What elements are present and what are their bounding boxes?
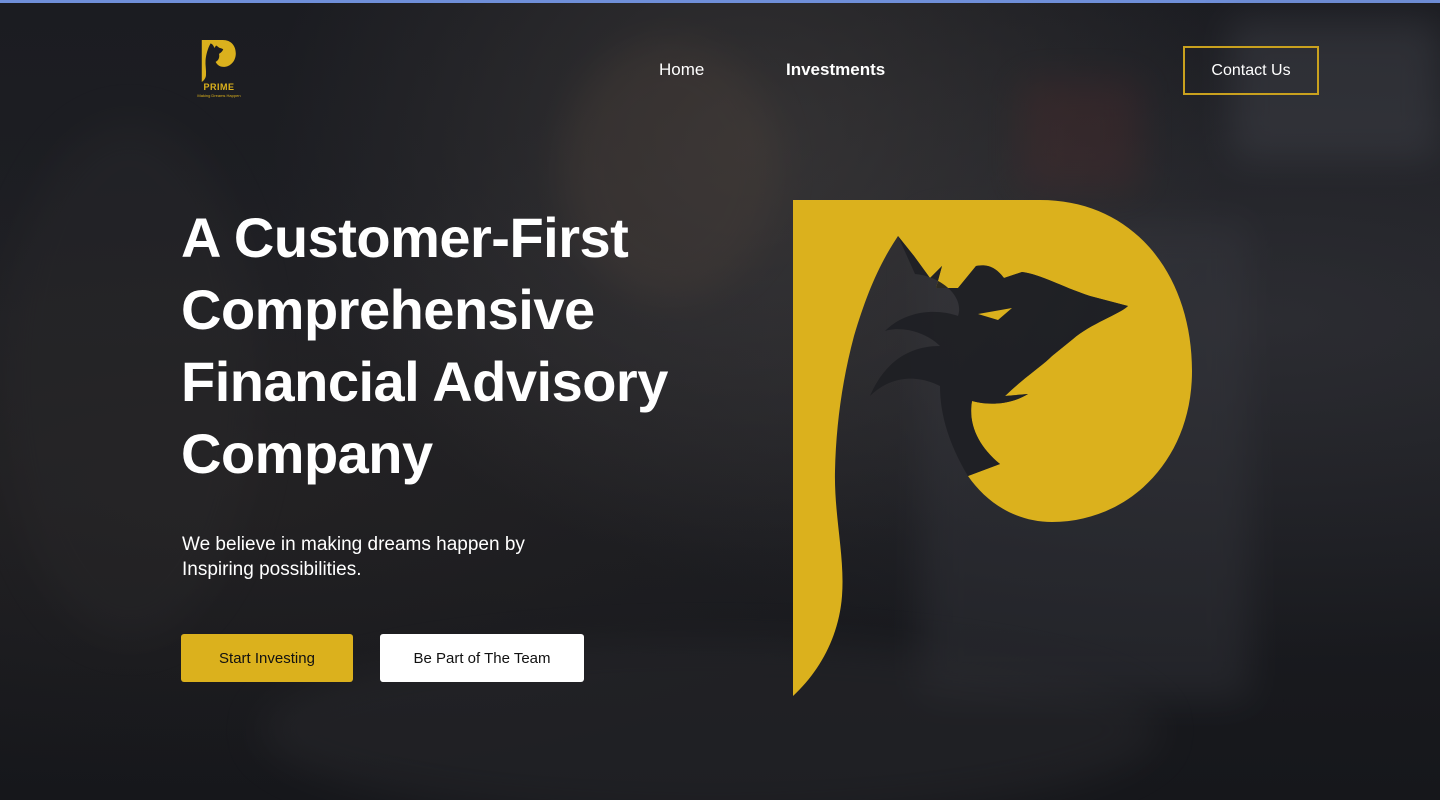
prime-logo-icon xyxy=(201,40,236,82)
nav-link-home[interactable]: Home xyxy=(659,60,704,80)
brand-logo[interactable]: PRIME Making Dreams Happen xyxy=(192,40,246,102)
contact-us-button[interactable]: Contact Us xyxy=(1183,46,1319,95)
hero-title-line: A Customer-First xyxy=(181,206,629,269)
browser-top-border xyxy=(0,0,1440,3)
start-investing-button[interactable]: Start Investing xyxy=(181,634,353,682)
hero-title: A Customer-First Comprehensive Financial… xyxy=(181,202,741,490)
hero-title-line: Comprehensive xyxy=(181,278,595,341)
join-team-button[interactable]: Be Part of The Team xyxy=(380,634,584,682)
hero-title-line: Company xyxy=(181,422,433,485)
hero-subtitle-line: We believe in making dreams happen by xyxy=(182,534,525,555)
brand-tagline: Making Dreams Happen xyxy=(197,93,241,98)
hero-logo-graphic xyxy=(790,196,1200,696)
brand-name: PRIME xyxy=(203,82,235,92)
nav-link-investments[interactable]: Investments xyxy=(786,60,885,80)
background-photo-sign xyxy=(1020,80,1140,190)
hero-subtitle: We believe in making dreams happen by In… xyxy=(182,532,582,582)
landing-page: PRIME Making Dreams Happen Home Investme… xyxy=(0,0,1440,800)
hero-subtitle-line: Inspiring possibilities. xyxy=(182,559,362,580)
prime-wolf-p-icon xyxy=(793,200,1192,696)
hero-title-line: Financial Advisory xyxy=(181,350,668,413)
